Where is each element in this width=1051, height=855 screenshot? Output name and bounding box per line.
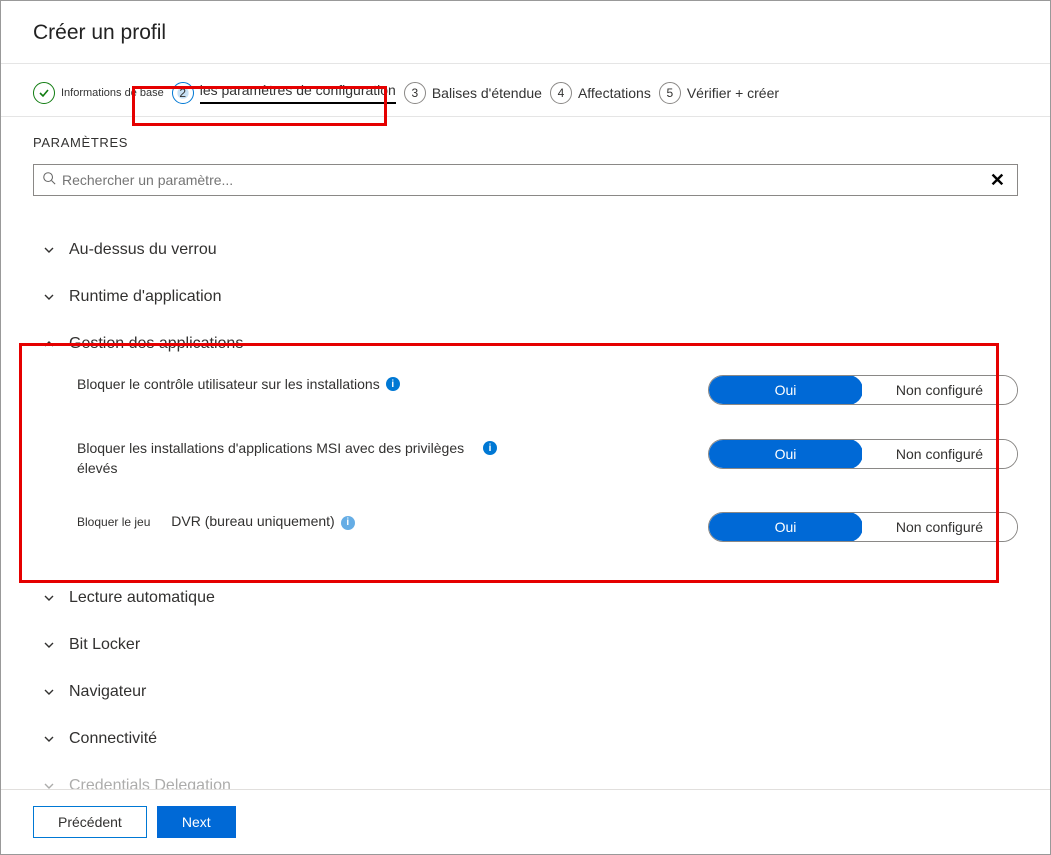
step-label: les paramètres de configuration (200, 82, 396, 104)
category-toggle[interactable]: Bit Locker (33, 636, 1018, 654)
category-toggle[interactable]: Lecture automatique (33, 589, 1018, 607)
category-autoplay: Lecture automatique (33, 574, 1018, 621)
setting-row: Bloquer le jeu DVR (bureau uniquement) i… (77, 512, 1018, 542)
search-icon (42, 171, 56, 190)
search-input[interactable]: ✕ (33, 164, 1018, 196)
next-button[interactable]: Next (157, 806, 236, 838)
info-icon[interactable]: i (483, 441, 497, 455)
category-bitlocker: Bit Locker (33, 621, 1018, 668)
stepper: Informations de base 2 les paramètres de… (1, 64, 1050, 117)
category-toggle[interactable]: Connectivité (33, 730, 1018, 748)
setting-row: Bloquer les installations d'applications… (77, 439, 1018, 478)
step-label: Informations de base (61, 87, 164, 99)
toggle-yes[interactable]: Oui (708, 439, 863, 469)
step-scope-tags[interactable]: 3 Balises d'étendue (404, 82, 542, 104)
toggle-yes[interactable]: Oui (708, 375, 863, 405)
category-connectivity: Connectivité (33, 715, 1018, 762)
category-app-management: Gestion des applications Bloquer le cont… (33, 320, 1018, 556)
setting-label: DVR (bureau uniquement) (171, 512, 334, 532)
page-header: Créer un profil (1, 1, 1050, 64)
info-icon[interactable]: i (341, 516, 355, 530)
step-assignments[interactable]: 4 Affectations (550, 82, 651, 104)
chevron-down-icon (43, 639, 55, 651)
category-title: Runtime d'application (69, 288, 221, 306)
toggle[interactable]: Oui Non configuré (708, 375, 1018, 405)
category-browser: Navigateur (33, 668, 1018, 715)
chevron-down-icon (43, 592, 55, 604)
toggle[interactable]: Oui Non configuré (708, 512, 1018, 542)
info-icon[interactable]: i (386, 377, 400, 391)
setting-label: Bloquer les installations d'applications… (77, 439, 477, 478)
category-app-runtime: Runtime d'application (33, 273, 1018, 320)
step-label: Vérifier + créer (687, 85, 779, 101)
step-config[interactable]: 2 les paramètres de configuration (172, 82, 396, 104)
toggle[interactable]: Oui Non configuré (708, 439, 1018, 469)
category-toggle[interactable]: Gestion des applications (33, 335, 1018, 353)
footer: Précédent Next (1, 789, 1050, 854)
step-number-icon: 2 (172, 82, 194, 104)
toggle-yes[interactable]: Oui (708, 512, 863, 542)
chevron-up-icon (43, 338, 55, 350)
previous-button[interactable]: Précédent (33, 806, 147, 838)
toggle-no[interactable]: Non configuré (862, 513, 1017, 541)
step-number-icon: 3 (404, 82, 426, 104)
category-title: Bit Locker (69, 636, 140, 654)
toggle-no[interactable]: Non configuré (862, 440, 1017, 468)
category-toggle[interactable]: Runtime d'application (33, 288, 1018, 306)
category-toggle[interactable]: Au-dessus du verrou (33, 241, 1018, 259)
step-label: Affectations (578, 85, 651, 101)
step-number-icon: 4 (550, 82, 572, 104)
setting-row: Bloquer le contrôle utilisateur sur les … (77, 375, 1018, 405)
setting-label-prefix: Bloquer le jeu (77, 514, 150, 531)
category-title: Gestion des applications (69, 335, 243, 353)
step-basics[interactable]: Informations de base (33, 82, 164, 104)
toggle-no[interactable]: Non configuré (862, 376, 1017, 404)
category-toggle[interactable]: Navigateur (33, 683, 1018, 701)
page-title: Créer un profil (33, 21, 1018, 45)
step-review[interactable]: 5 Vérifier + créer (659, 82, 779, 104)
category-title: Lecture automatique (69, 589, 215, 607)
setting-label: Bloquer le contrôle utilisateur sur les … (77, 375, 380, 395)
category-above-lock: Au-dessus du verrou (33, 226, 1018, 273)
category-title: Connectivité (69, 730, 157, 748)
search-field[interactable] (56, 172, 986, 188)
chevron-down-icon (43, 244, 55, 256)
chevron-down-icon (43, 686, 55, 698)
category-title: Au-dessus du verrou (69, 241, 217, 259)
chevron-down-icon (43, 291, 55, 303)
check-icon (33, 82, 55, 104)
category-title: Navigateur (69, 683, 146, 701)
close-icon[interactable]: ✕ (986, 170, 1009, 191)
step-number-icon: 5 (659, 82, 681, 104)
step-label: Balises d'étendue (432, 85, 542, 101)
chevron-down-icon (43, 733, 55, 745)
section-title: PARAMÈTRES (33, 135, 1018, 150)
